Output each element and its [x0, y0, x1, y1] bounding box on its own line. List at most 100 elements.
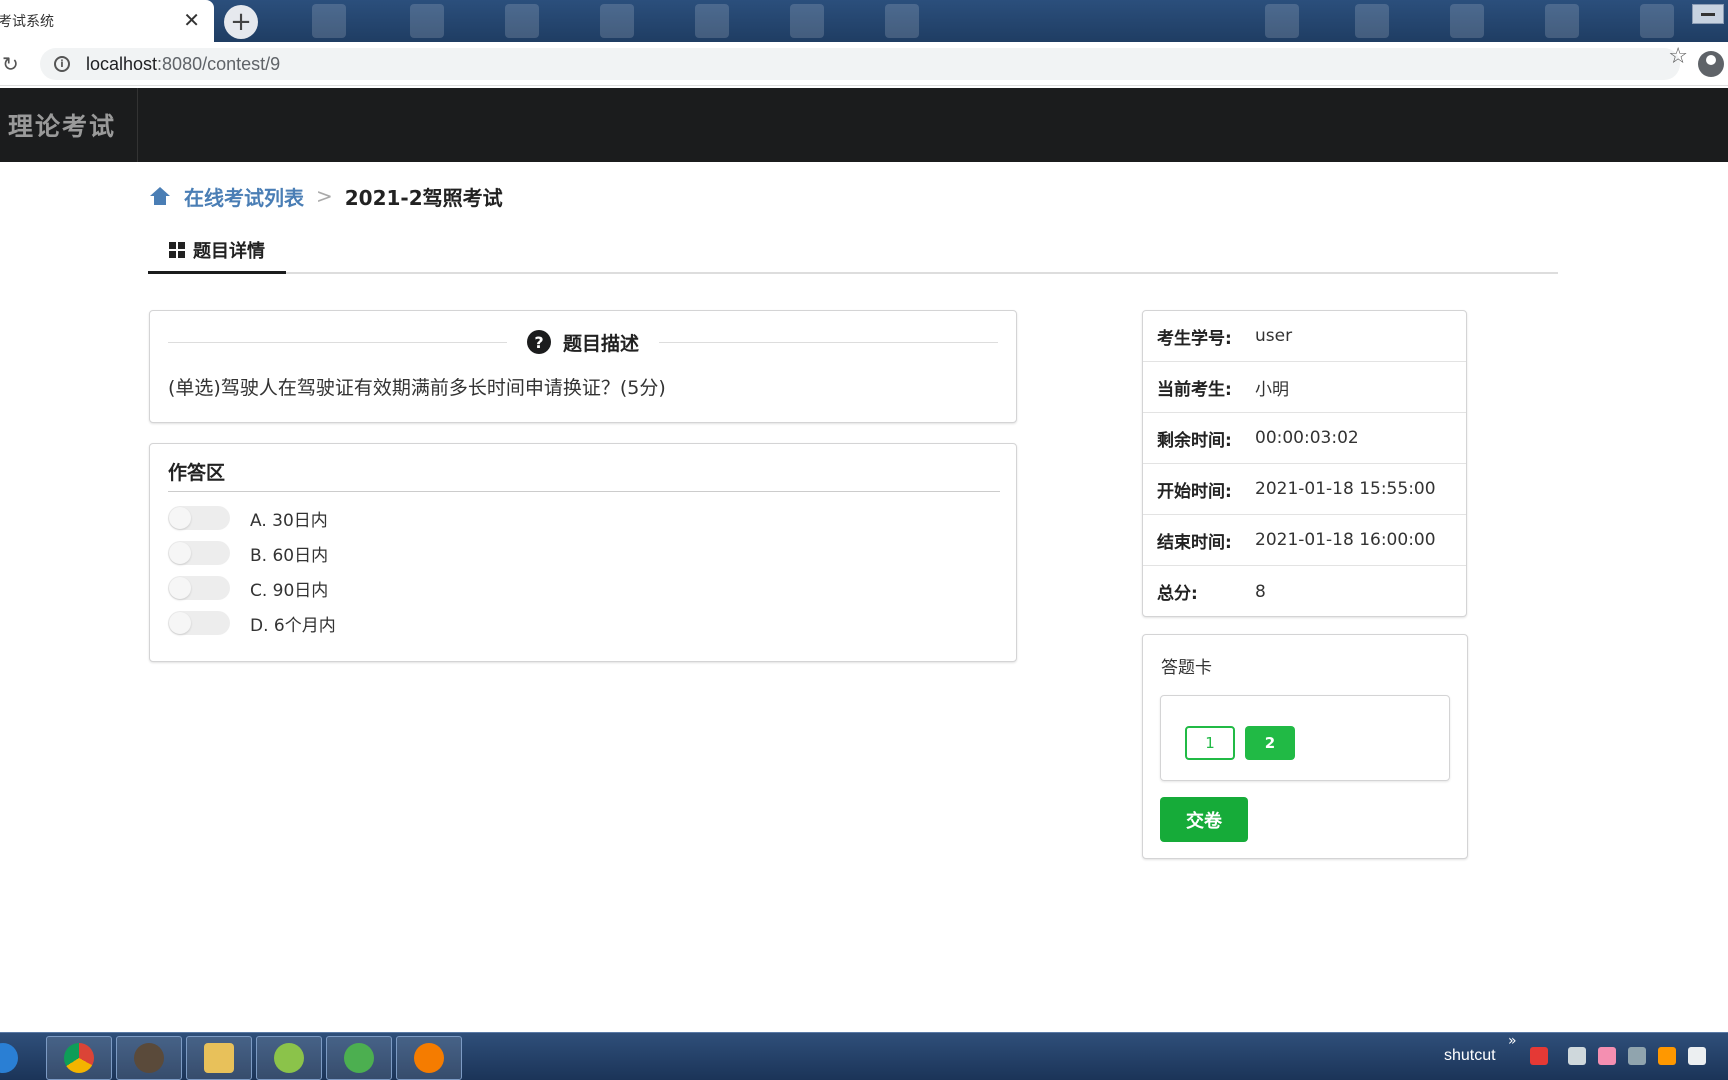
submit-exam-button[interactable]: 交卷 [1160, 797, 1248, 842]
grid-icon [169, 241, 185, 258]
app-taskbar-button[interactable] [256, 1036, 322, 1080]
browser-tab[interactable]: 考试系统 ✕ [0, 0, 214, 42]
browser-tab-title: 考试系统 [0, 14, 54, 30]
answer-sheet-card: 答题卡 1 2 交卷 [1142, 634, 1468, 859]
input-method-icon[interactable] [1530, 1047, 1548, 1065]
info-key: 总分: [1157, 584, 1198, 604]
ie-taskbar-button[interactable] [0, 1036, 36, 1080]
desktop-icon [1545, 4, 1579, 38]
info-value: 2021-01-18 15:55:00 [1255, 479, 1436, 499]
option-label: D. 6个月内 [250, 615, 336, 636]
info-icon[interactable]: i [54, 56, 70, 72]
ide-taskbar-button[interactable] [116, 1036, 182, 1080]
desktop-icon [600, 4, 634, 38]
chrome-taskbar-button[interactable] [46, 1036, 112, 1080]
url-text: localhost:8080/contest/9 [86, 54, 280, 75]
desktop-icon [1640, 4, 1674, 38]
info-row-total-score: 总分: 8 [1143, 566, 1466, 617]
divider [659, 341, 999, 343]
volume-icon[interactable] [1628, 1047, 1646, 1065]
browser-toolbar: ↻ i localhost:8080/contest/9 ☆ [0, 42, 1728, 86]
info-value: 2021-01-18 16:00:00 [1255, 530, 1436, 550]
breadcrumb-contest-list-link[interactable]: 在线考试列表 [184, 182, 304, 211]
divider [168, 341, 507, 343]
option-label: C. 90日内 [250, 580, 329, 601]
network-icon[interactable] [1568, 1047, 1586, 1065]
info-key: 当前考生: [1157, 379, 1232, 400]
option-toggle[interactable] [168, 576, 230, 600]
option-toggle[interactable] [168, 541, 230, 565]
flower-tray-icon[interactable] [1598, 1047, 1616, 1065]
desktop-icon [1265, 4, 1299, 38]
info-value: 小明 [1255, 379, 1289, 400]
info-row-student-id: 考生学号: user [1143, 311, 1466, 362]
browser-tab-strip: 考试系统 ✕ + [0, 0, 1728, 42]
new-tab-icon[interactable]: + [224, 5, 258, 39]
tray-toolbar-label[interactable]: shutcut [1444, 1047, 1496, 1065]
info-key: 剩余时间: [1157, 430, 1232, 451]
ie-icon [0, 1043, 18, 1073]
answer-area-title: 作答区 [168, 458, 1000, 492]
desktop-icon [885, 4, 919, 38]
explorer-taskbar-button[interactable] [186, 1036, 252, 1080]
url-path: :8080/contest/9 [157, 53, 281, 74]
info-key: 结束时间: [1157, 532, 1232, 553]
profile-icon[interactable] [1698, 51, 1724, 77]
question-nav-button-1[interactable]: 1 [1185, 726, 1235, 760]
breadcrumb: 在线考试列表 > 2021-2驾照考试 [150, 182, 503, 210]
question-header: ? 题目描述 [168, 327, 999, 357]
info-row-start-time: 开始时间: 2021-01-18 15:55:00 [1143, 464, 1466, 515]
app-navbar: 理论考试 [0, 88, 1728, 162]
search-icon [414, 1043, 444, 1073]
search-tray-icon[interactable] [1658, 1047, 1676, 1065]
url-host: localhost [86, 53, 158, 74]
gear-icon [134, 1043, 164, 1073]
answer-option-a[interactable]: A. 30日内 [168, 505, 328, 531]
chrome-icon [64, 1043, 94, 1073]
reload-icon[interactable]: ↻ [2, 52, 19, 76]
battery-icon[interactable] [1688, 1047, 1706, 1065]
info-key: 考生学号: [1157, 328, 1232, 349]
close-tab-icon[interactable]: ✕ [183, 9, 200, 31]
breadcrumb-separator: > [316, 184, 333, 208]
search-taskbar-button[interactable] [396, 1036, 462, 1080]
question-header-title: 题目描述 [563, 332, 640, 355]
option-toggle[interactable] [168, 506, 230, 530]
desktop-icon [790, 4, 824, 38]
answer-option-b[interactable]: B. 60日内 [168, 540, 328, 566]
question-nav-button-2[interactable]: 2 [1245, 726, 1295, 760]
brand-logo[interactable]: 理论考试 [0, 88, 138, 162]
desktop-icon [1355, 4, 1389, 38]
info-key: 开始时间: [1157, 481, 1232, 502]
desktop-icon [312, 4, 346, 38]
tab-question-detail[interactable]: 题目详情 [148, 228, 286, 274]
tab-question-detail-label: 题目详情 [193, 240, 265, 262]
answer-area-card: 作答区 A. 30日内 B. 60日内 C. 90日内 D. 6个月内 [149, 443, 1017, 662]
folder-icon [204, 1043, 234, 1073]
question-text: (单选)驾驶人在驾驶证有效期满前多长时间申请换证？(5分) [168, 377, 666, 399]
option-toggle[interactable] [168, 611, 230, 635]
bookmark-star-icon[interactable]: ☆ [1668, 44, 1688, 69]
browser-e-icon [344, 1043, 374, 1073]
tray-chevron-icon[interactable]: » [1508, 1033, 1517, 1049]
info-value: 00:00:03:02 [1255, 428, 1359, 448]
minimize-window-icon[interactable] [1692, 4, 1724, 24]
answer-option-d[interactable]: D. 6个月内 [168, 610, 336, 636]
exam-info-table: 考生学号: user 当前考生: 小明 剩余时间: 00:00:03:02 开始… [1142, 310, 1467, 617]
answer-option-c[interactable]: C. 90日内 [168, 575, 328, 601]
answer-sheet-title: 答题卡 [1161, 658, 1212, 678]
tab-menu: 题目详情 [148, 228, 1558, 274]
info-row-current-student: 当前考生: 小明 [1143, 362, 1466, 413]
info-row-end-time: 结束时间: 2021-01-18 16:00:00 [1143, 515, 1466, 566]
option-label: A. 30日内 [250, 510, 328, 531]
info-row-remaining-time: 剩余时间: 00:00:03:02 [1143, 413, 1466, 464]
address-bar[interactable]: i localhost:8080/contest/9 [40, 48, 1680, 80]
browser2-taskbar-button[interactable] [326, 1036, 392, 1080]
question-card: ? 题目描述 (单选)驾驶人在驾驶证有效期满前多长时间申请换证？(5分) [149, 310, 1017, 423]
os-taskbar: shutcut » [0, 1032, 1728, 1080]
option-label: B. 60日内 [250, 545, 329, 566]
info-value: 8 [1255, 581, 1266, 602]
desktop-icon [695, 4, 729, 38]
home-icon[interactable] [150, 187, 170, 205]
breadcrumb-current: 2021-2驾照考试 [344, 185, 503, 210]
